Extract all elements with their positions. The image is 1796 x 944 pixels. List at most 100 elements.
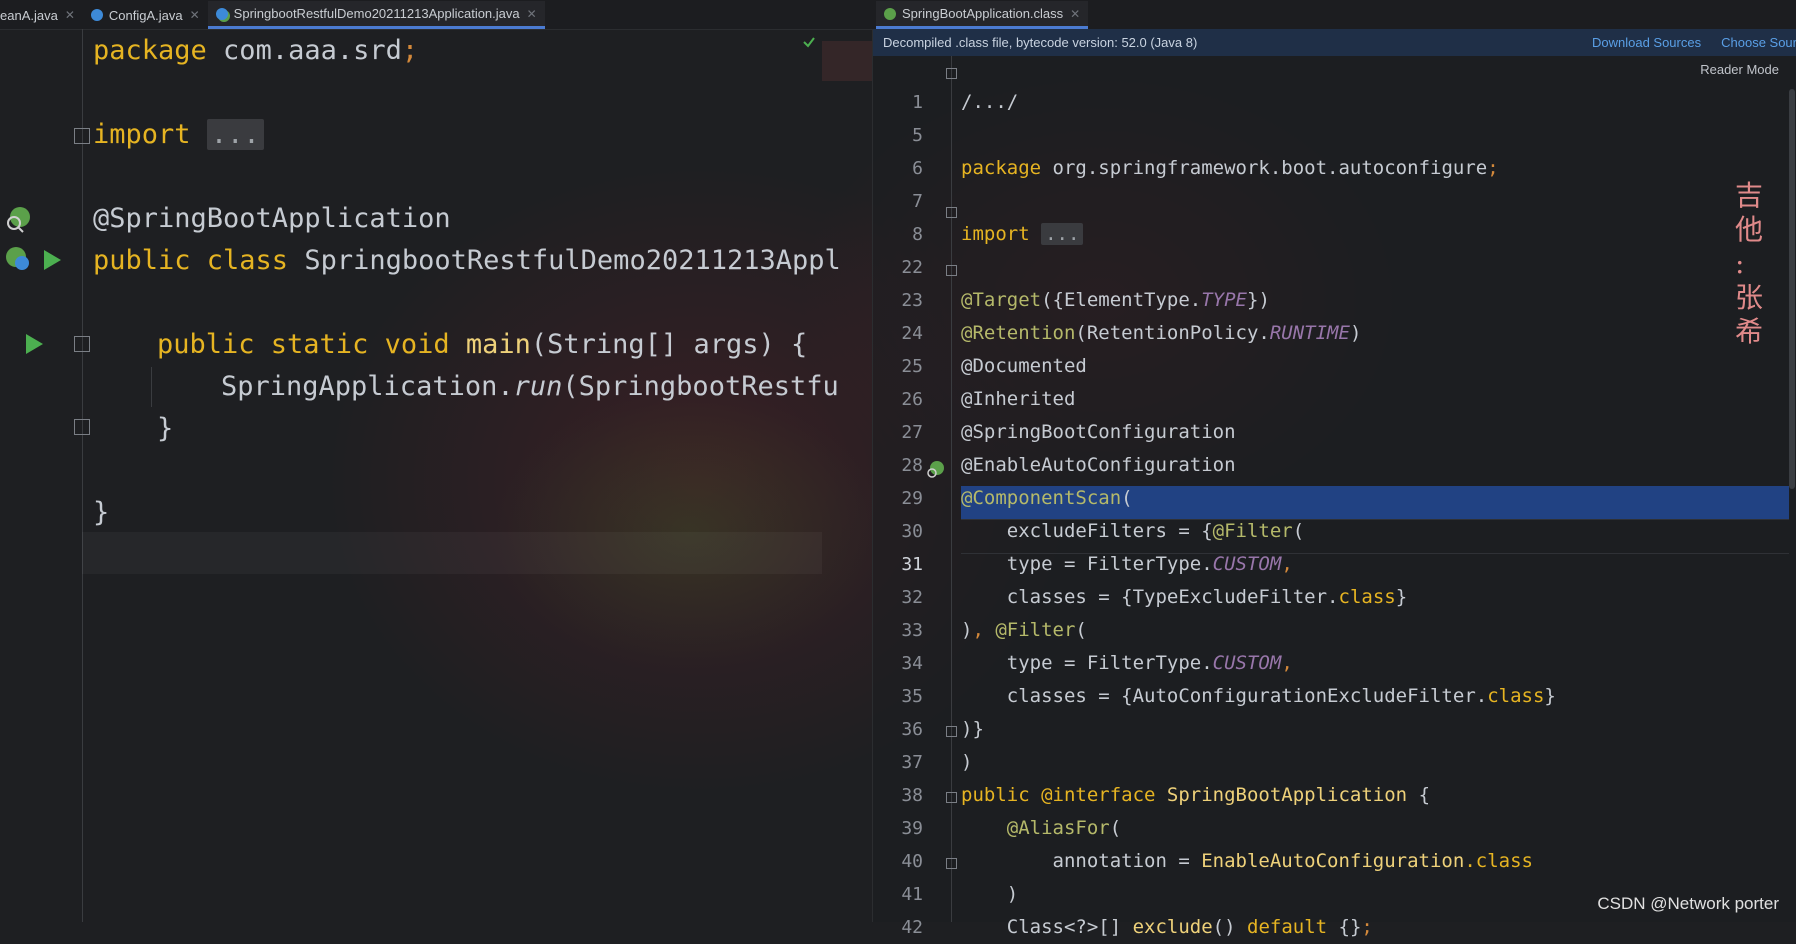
line-number: 8 xyxy=(912,224,923,245)
annotation: @AliasFor xyxy=(961,817,1110,839)
run-icon[interactable] xyxy=(42,249,62,271)
close-icon[interactable]: ✕ xyxy=(527,7,537,21)
code-line: @SpringBootConfiguration xyxy=(961,421,1236,443)
line-number: 5 xyxy=(912,125,923,146)
vertical-scrollbar[interactable] xyxy=(1789,89,1795,489)
line-number: 24 xyxy=(901,323,923,344)
current-line-highlight xyxy=(82,532,822,574)
fold-icon[interactable] xyxy=(946,792,957,803)
tab-beana[interactable]: eanA.java ✕ xyxy=(0,1,83,29)
keyword: class xyxy=(1338,586,1396,608)
method-name: main xyxy=(449,329,531,360)
code-text: ) xyxy=(961,619,973,641)
right-tab-bar: SpringBootApplication.class ✕ xyxy=(872,0,1796,30)
code-line: @SpringBootApplication xyxy=(93,203,451,234)
enum-constant: CUSTOM xyxy=(1212,553,1282,575)
line-number: 37 xyxy=(901,752,923,773)
method-name: exclude xyxy=(1132,916,1213,938)
semicolon: ; xyxy=(1361,916,1373,938)
minimap xyxy=(822,41,872,81)
line-number: 42 xyxy=(901,917,923,938)
line-number: 41 xyxy=(901,884,923,905)
code-line: Class<?>[] exclude() default {}; xyxy=(961,911,1373,944)
keyword: import xyxy=(93,119,191,150)
code-line: annotation = EnableAutoConfiguration.cla… xyxy=(961,845,1533,878)
fold-icon[interactable] xyxy=(74,419,90,435)
code-line: @Inherited xyxy=(961,388,1076,410)
line-number: 39 xyxy=(901,818,923,839)
code-line: public @interface SpringBootApplication … xyxy=(961,779,1430,812)
annotation: @Target xyxy=(961,289,1042,311)
line-number: 34 xyxy=(901,653,923,674)
line-number: 22 xyxy=(901,257,923,278)
code-line: import ... xyxy=(93,115,264,155)
tab-configa[interactable]: ConfigA.java ✕ xyxy=(83,1,208,29)
code-line: ) xyxy=(961,751,973,773)
folded-imports[interactable]: ... xyxy=(1041,223,1084,245)
fold-icon[interactable] xyxy=(946,68,957,79)
code-line: } xyxy=(157,413,174,444)
code-text: {} xyxy=(1327,916,1362,938)
code-text: (RetentionPolicy. xyxy=(1075,322,1270,344)
spring-bean-icon[interactable] xyxy=(4,205,32,233)
class-icon xyxy=(90,9,103,21)
code-text: }) xyxy=(1247,289,1270,311)
fold-icon[interactable] xyxy=(946,726,957,737)
code-text: type = FilterType. xyxy=(961,652,1213,674)
code-line: public class SpringbootRestfulDemo202112… xyxy=(93,241,841,281)
right-editor[interactable]: Decompiled .class file, bytecode version… xyxy=(872,29,1796,938)
code-line: type = FilterType.CUSTOM, xyxy=(961,548,1293,581)
code-line: import ... xyxy=(961,218,1084,251)
package-name: com.aaa.srd xyxy=(206,35,402,66)
close-icon[interactable]: ✕ xyxy=(1070,7,1080,21)
line-number: 35 xyxy=(901,686,923,707)
reader-mode-button[interactable]: Reader Mode xyxy=(1700,62,1779,77)
comma: , xyxy=(972,619,996,641)
method-call: run xyxy=(513,371,563,402)
download-sources-link[interactable]: Download Sources xyxy=(1592,35,1701,50)
comma: , xyxy=(1281,652,1293,674)
fold-icon[interactable] xyxy=(946,858,957,869)
folded-imports[interactable]: ... xyxy=(206,119,264,150)
code-text: ( xyxy=(1109,817,1122,839)
code-text: type = FilterType. xyxy=(961,553,1213,575)
annotation: @ComponentScan xyxy=(961,487,1122,509)
code-line: @AliasFor( xyxy=(961,812,1121,845)
annotation: @Filter xyxy=(1212,520,1293,542)
tab-springbootapplication-class[interactable]: SpringBootApplication.class ✕ xyxy=(876,1,1089,29)
spring-bean-icon[interactable] xyxy=(925,460,945,480)
line-number: 36 xyxy=(901,719,923,740)
code-text: () xyxy=(1212,916,1247,938)
choose-sources-link[interactable]: Choose Sour xyxy=(1721,35,1796,50)
line-number: 31 xyxy=(901,554,923,575)
spring-run-config-icon[interactable] xyxy=(4,245,32,273)
banner-message: Decompiled .class file, bytecode version… xyxy=(883,35,1198,50)
code-line: @Retention(RetentionPolicy.RUNTIME) xyxy=(961,317,1361,350)
line-number: 28 xyxy=(901,455,923,476)
fold-icon[interactable] xyxy=(946,207,957,218)
code-line: SpringApplication.run(SpringbootRestfu xyxy=(221,367,839,407)
check-icon xyxy=(803,37,815,48)
code-line: package org.springframework.boot.autocon… xyxy=(961,152,1499,185)
tab-label: ConfigA.java xyxy=(108,7,183,23)
line-number: 6 xyxy=(912,158,923,179)
enum-constant: TYPE xyxy=(1201,289,1247,311)
code-line: package com.aaa.srd; xyxy=(93,31,418,71)
code-text: } xyxy=(1544,685,1556,707)
code-line: classes = {AutoConfigurationExcludeFilte… xyxy=(961,680,1556,713)
close-icon[interactable]: ✕ xyxy=(65,8,75,22)
indent-guide xyxy=(151,367,152,407)
close-icon[interactable]: ✕ xyxy=(190,8,200,22)
fold-icon[interactable] xyxy=(946,265,957,276)
keyword: .class xyxy=(1464,850,1533,872)
fold-icon[interactable] xyxy=(74,128,90,144)
fold-icon[interactable] xyxy=(74,336,90,352)
code-line: /.../ xyxy=(961,91,1019,113)
code-line: excludeFilters = {@Filter( xyxy=(961,515,1304,548)
left-editor[interactable]: package com.aaa.srd; import ... @SpringB… xyxy=(0,29,872,922)
tab-application[interactable]: SpringbootRestfulDemo20211213Application… xyxy=(207,1,545,29)
keyword: public static void xyxy=(157,329,450,360)
wallpaper-watermark: 吉 他 : 张 希 xyxy=(1735,179,1764,348)
run-icon[interactable] xyxy=(24,333,44,355)
code-line: ), @Filter( xyxy=(961,614,1087,647)
